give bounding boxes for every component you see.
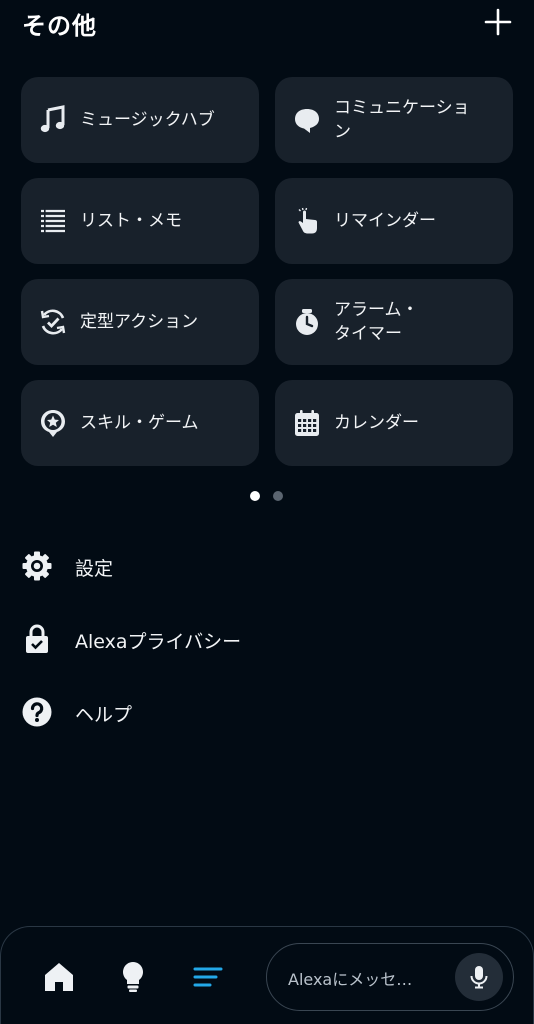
menu-item-alexa-privacy[interactable]: Alexaプライバシー [0,609,534,669]
plus-icon [484,8,512,36]
tile-skills-games[interactable]: スキル・ゲーム [21,380,259,466]
tile-alarms-timers[interactable]: アラーム・ タイマー [275,279,513,365]
routine-check-icon [37,306,69,338]
menu-item-help[interactable]: ヘルプ [0,682,534,742]
calendar-icon [291,407,323,439]
menu-label: 設定 [75,558,114,580]
help-icon [21,696,53,728]
tile-label: ミュージックハブ [80,110,215,130]
message-input[interactable]: Alexaにメッセ… [266,943,514,1011]
skill-star-icon [37,407,69,439]
tile-label: コミュニケーショ ン [334,98,470,142]
tile-label: カレンダー [334,413,419,433]
tile-label: アラーム・ タイマー [334,300,419,344]
tile-label: リスト・メモ [80,211,182,231]
speech-bubble-icon [291,104,323,136]
message-placeholder: Alexaにメッセ… [288,970,413,989]
menu-label: Alexaプライバシー [75,631,242,653]
tile-label: スキル・ゲーム [80,413,199,433]
page-dot-active[interactable] [250,491,260,501]
nav-devices-button[interactable] [113,957,153,997]
more-menu-icon [193,967,223,987]
alarm-clock-icon [291,306,323,338]
page-indicator [250,491,290,503]
privacy-lock-icon [21,623,53,655]
devices-bulb-icon [123,962,143,992]
tile-routines[interactable]: 定型アクション [21,279,259,365]
gear-icon [21,550,53,582]
tile-calendar[interactable]: カレンダー [275,380,513,466]
tile-label: リマインダー [334,211,436,231]
tile-reminders[interactable]: リマインダー [275,178,513,264]
reminder-hand-icon [291,205,323,237]
page-dot[interactable] [273,491,283,501]
feature-grid: ミュージックハブ コミュニケーショ ン リスト・メモ リマインダー 定型アクショ… [21,77,513,467]
tile-music-hub[interactable]: ミュージックハブ [21,77,259,163]
microphone-button[interactable] [455,953,503,1001]
tile-communication[interactable]: コミュニケーショ ン [275,77,513,163]
tile-label: 定型アクション [80,312,199,332]
tile-lists-notes[interactable]: リスト・メモ [21,178,259,264]
add-button[interactable] [484,8,512,36]
page-title: その他 [22,12,97,40]
header: その他 [0,0,534,50]
nav-home-button[interactable] [39,957,79,997]
menu-label: ヘルプ [75,704,133,726]
music-note-icon [37,104,69,136]
home-icon [45,963,73,991]
microphone-icon [470,966,488,989]
menu-item-settings[interactable]: 設定 [0,536,534,596]
bottom-navigation: Alexaにメッセ… [0,926,534,1024]
nav-more-button[interactable] [188,957,228,997]
list-icon [37,205,69,237]
